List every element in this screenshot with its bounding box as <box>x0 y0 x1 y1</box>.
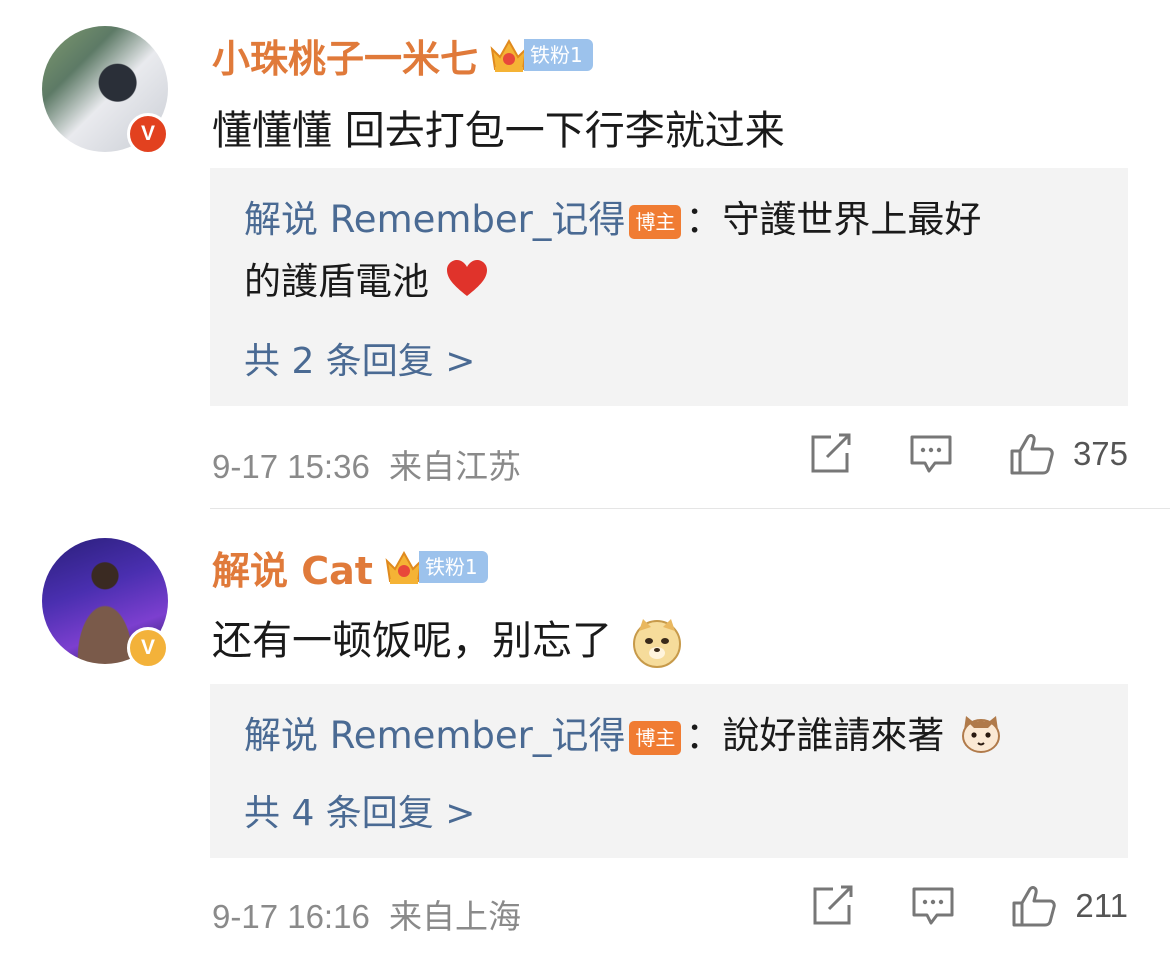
location: 来自上海 <box>388 898 521 935</box>
more-replies-link[interactable]: 共 4 条回复 > <box>244 784 475 836</box>
comment-meta: 9-17 15:36 来自江苏 <box>212 440 521 488</box>
share-icon[interactable] <box>811 885 855 927</box>
fan-badge: 铁粉1 <box>524 39 593 71</box>
reply-box[interactable]: 解说 Remember_记得 博主 ：說好誰請來著 共 4 条回复 > <box>210 684 1128 858</box>
reply-author[interactable]: 解说 Remember_记得 <box>244 714 625 757</box>
verified-badge-icon: V <box>127 627 169 669</box>
fan-badge: 铁粉1 <box>418 551 488 583</box>
comment-item: V 小珠桃子一米七 铁粉1 懂懂懂 回去打包一下行李就过来 解说 Remembe… <box>0 0 1170 510</box>
host-badge: 博主 <box>629 720 682 755</box>
reply-author[interactable]: 解说 Remember_记得 <box>244 198 625 241</box>
reply-line-2: 的護盾電池 <box>244 258 489 306</box>
reply-line: 解说 Remember_记得 博主 ：守護世界上最好 <box>244 196 981 244</box>
reply-text: ：說好誰請來著 <box>685 714 945 757</box>
verified-badge-icon: V <box>127 113 169 155</box>
comment-text: 还有一顿饭呢，别忘了 <box>212 608 683 669</box>
cat-icon <box>962 716 1001 753</box>
comment-actions: 211 <box>811 884 1128 928</box>
reply-text: ：守護世界上最好 <box>685 198 982 241</box>
comment-item: V 解说 Cat 铁粉1 还有一顿饭呢，别忘了 解说 Remember_记得 博主… <box>0 510 1170 955</box>
like-icon[interactable] <box>1009 432 1055 476</box>
comment-text-label: 还有一顿饭呢，别忘了 <box>212 618 612 664</box>
more-replies-link[interactable]: 共 2 条回复 > <box>244 332 475 384</box>
comment-icon[interactable] <box>909 433 953 475</box>
reply-line: 解说 Remember_记得 博主 ：說好誰請來著 <box>244 712 1002 760</box>
like-count: 375 <box>1072 435 1128 472</box>
reply-text-2: 的護盾電池 <box>244 260 429 303</box>
timestamp: 9-17 15:36 <box>212 448 370 485</box>
location: 来自江苏 <box>388 448 521 485</box>
comment-text: 懂懂懂 回去打包一下行李就过来 <box>212 98 785 156</box>
comment-text-label: 懂懂懂 回去打包一下行李就过来 <box>212 108 785 154</box>
username-label[interactable]: 小珠桃子一米七 <box>212 28 478 83</box>
like-count: 211 <box>1075 887 1128 924</box>
username[interactable]: 解说 Cat 铁粉1 <box>212 540 488 595</box>
comment-actions: 375 <box>809 432 1128 476</box>
heart-icon <box>446 260 487 296</box>
host-badge: 博主 <box>629 204 682 239</box>
comment-meta: 9-17 16:16 来自上海 <box>212 890 521 938</box>
divider <box>210 508 1170 509</box>
doge-icon <box>632 619 681 668</box>
timestamp: 9-17 16:16 <box>212 898 370 935</box>
comment-icon[interactable] <box>911 885 955 927</box>
username-label[interactable]: 解说 Cat <box>212 540 373 595</box>
reply-box[interactable]: 解说 Remember_记得 博主 ：守護世界上最好 的護盾電池 共 2 条回复 > <box>210 168 1128 406</box>
like-icon[interactable] <box>1011 884 1057 928</box>
username[interactable]: 小珠桃子一米七 铁粉1 <box>212 28 593 83</box>
share-icon[interactable] <box>809 433 853 475</box>
